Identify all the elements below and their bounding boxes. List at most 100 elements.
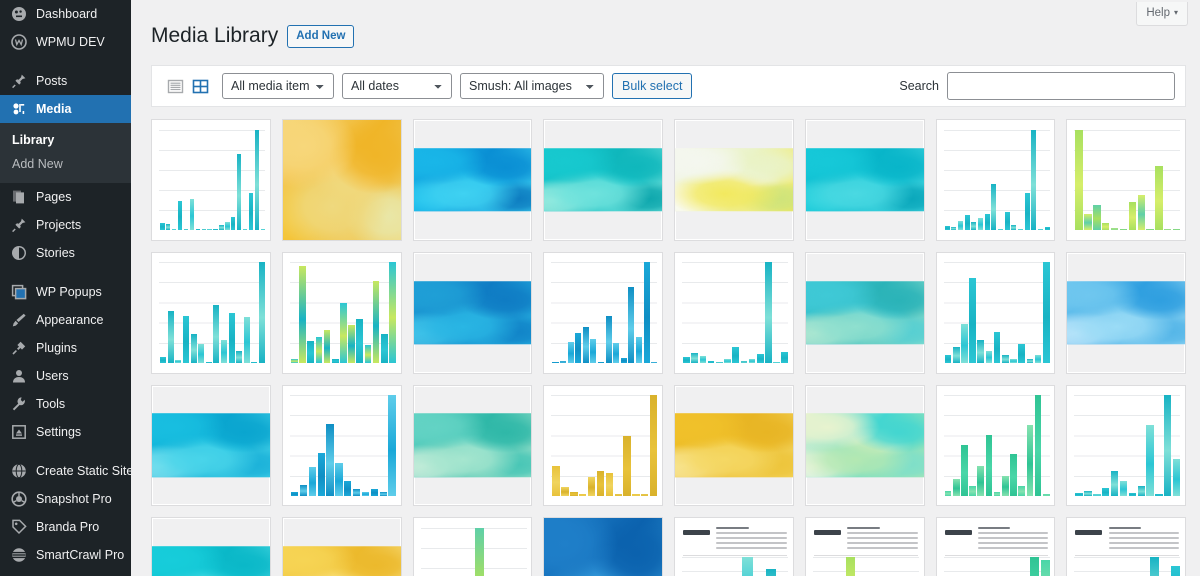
media-tile[interactable]: [804, 384, 925, 507]
media-tile[interactable]: [674, 384, 794, 507]
chart-bar: [1029, 556, 1039, 576]
media-tile[interactable]: [151, 517, 271, 576]
turquoise-marble-banner-thumbnail: [544, 148, 662, 212]
add-new-button[interactable]: Add New: [287, 24, 355, 48]
chart-bar: [958, 220, 964, 231]
sidebar-item-wp-popups[interactable]: WP Popups: [0, 278, 131, 306]
chart-bar: [765, 262, 772, 363]
chart-bar: [613, 342, 620, 363]
media-tile[interactable]: [281, 119, 402, 241]
media-tile[interactable]: [1066, 119, 1186, 241]
sidebar-item-label: WP Popups: [36, 285, 102, 299]
sidebar-item-stories[interactable]: Stories: [0, 239, 131, 267]
sidebar-item-pages[interactable]: Pages: [0, 183, 131, 211]
bulk-select-button[interactable]: Bulk select: [612, 73, 693, 99]
document-meta-line: [716, 537, 787, 540]
smush-filter[interactable]: Smush: All images: [460, 73, 604, 99]
media-type-filter[interactable]: All media items: [222, 73, 334, 99]
document-meta-line: [716, 526, 749, 530]
sidebar-item-branda-pro[interactable]: Branda Pro: [0, 513, 131, 541]
media-tile-content: [675, 518, 793, 576]
chart-bar: [1110, 227, 1119, 231]
chart-bar: [632, 494, 640, 496]
sidebar-item-settings[interactable]: Settings: [0, 418, 131, 446]
media-tile[interactable]: [804, 119, 925, 241]
media-tile[interactable]: [412, 517, 533, 576]
chart-bar: [951, 227, 957, 231]
media-tile[interactable]: [543, 251, 663, 374]
sidebar-item-wpmu-dev[interactable]: WPMU DEV: [0, 28, 131, 56]
media-tile[interactable]: [151, 384, 271, 507]
chart-bar: [1084, 490, 1092, 496]
submenu-item-library[interactable]: Library: [0, 128, 131, 152]
media-tile[interactable]: [543, 384, 663, 507]
sidebar-item-tools[interactable]: Tools: [0, 390, 131, 418]
chart-bar: [636, 336, 643, 363]
chart-bar: [756, 354, 764, 363]
sidebar-item-appearance[interactable]: Appearance: [0, 306, 131, 334]
media-tile[interactable]: [412, 119, 533, 241]
chart-bar: [560, 360, 567, 363]
media-tile[interactable]: [543, 119, 663, 241]
sidebar-item-smartcrawl-pro[interactable]: SmartCrawl Pro: [0, 541, 131, 569]
media-tile[interactable]: [804, 251, 925, 374]
media-tile[interactable]: [543, 517, 663, 576]
sidebar-item-label: Projects: [36, 218, 82, 232]
date-filter[interactable]: All dates: [342, 73, 452, 99]
chart-bar: [251, 361, 258, 363]
media-tile[interactable]: [281, 251, 402, 374]
chart-bar: [715, 361, 723, 363]
media-tile[interactable]: [935, 517, 1056, 576]
media-grid: [151, 119, 1186, 576]
sidebar-item-users[interactable]: Users: [0, 362, 131, 390]
document-header: [813, 526, 918, 551]
chart-bar: [1075, 129, 1083, 231]
list-view-icon[interactable]: [165, 76, 185, 96]
sidebar-item-plugins[interactable]: Plugins: [0, 334, 131, 362]
media-tile[interactable]: [151, 119, 271, 241]
chart-bars: [944, 262, 1050, 363]
chart-bar: [765, 569, 777, 576]
chart-bar: [969, 277, 976, 363]
media-tile[interactable]: [281, 517, 402, 576]
media-tile[interactable]: [935, 384, 1056, 507]
media-tile-content: [544, 252, 662, 373]
search-input[interactable]: [947, 72, 1175, 100]
sidebar-item-posts[interactable]: Posts: [0, 67, 131, 95]
chart-bars: [1075, 129, 1181, 231]
chart-bar: [1155, 166, 1163, 231]
chart-bar: [944, 226, 950, 231]
grid-view-icon[interactable]: [190, 76, 210, 96]
sidebar-item-snapshot-pro[interactable]: Snapshot Pro: [0, 485, 131, 513]
chart-bar: [993, 492, 1001, 496]
chart-bars: [814, 556, 919, 576]
chart-bar: [1024, 193, 1030, 231]
help-button[interactable]: Help ▾: [1136, 2, 1188, 26]
media-tile[interactable]: [674, 251, 794, 374]
chart-bar: [944, 490, 952, 496]
sidebar-item-media[interactable]: Media: [0, 95, 131, 123]
media-tile[interactable]: [412, 251, 533, 374]
media-tile[interactable]: [935, 251, 1056, 374]
chart-bar: [985, 351, 993, 363]
cyan-bright-banner-thumbnail: [152, 546, 270, 576]
media-tile[interactable]: [804, 517, 925, 576]
media-tile[interactable]: [674, 119, 794, 241]
media-tile[interactable]: [281, 384, 402, 507]
stories-icon: [9, 243, 29, 263]
media-tile[interactable]: [1066, 517, 1186, 576]
submenu-item-add-new[interactable]: Add New: [0, 152, 131, 176]
chart-bar: [172, 228, 177, 231]
media-tile[interactable]: [674, 517, 794, 576]
document-meta-line: [1108, 532, 1180, 535]
chart-bars: [683, 556, 788, 576]
media-tile[interactable]: [935, 119, 1056, 241]
media-tile[interactable]: [412, 384, 533, 507]
sidebar-item-create-static-site[interactable]: Create Static Site: [0, 457, 131, 485]
media-tile[interactable]: [1066, 251, 1186, 374]
sidebar-item-projects[interactable]: Projects: [0, 211, 131, 239]
media-tile[interactable]: [151, 251, 271, 374]
sidebar-item-dashboard[interactable]: Dashboard: [0, 0, 131, 28]
bar-chart-thumbnail: [544, 252, 662, 373]
media-tile[interactable]: [1066, 384, 1186, 507]
